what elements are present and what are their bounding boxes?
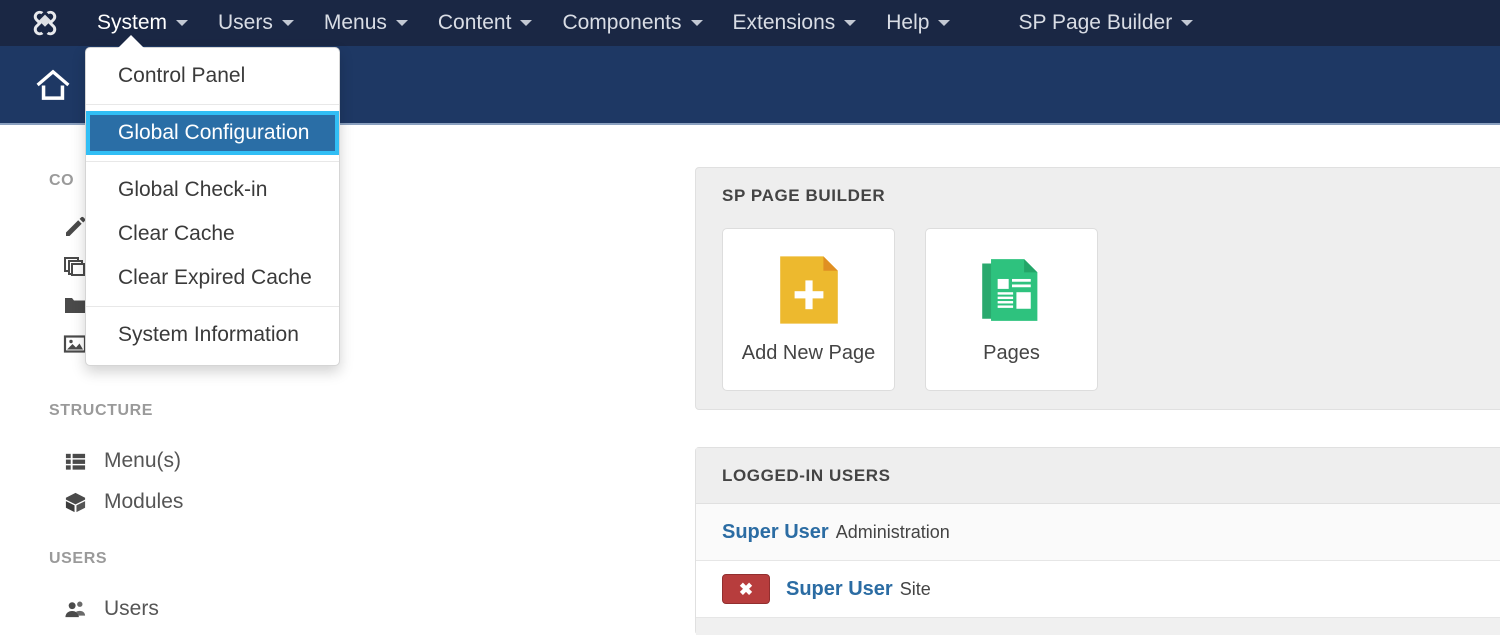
menu-separator <box>86 161 339 162</box>
nav-item-content[interactable]: Content <box>423 0 548 46</box>
close-icon: ✖ <box>739 581 753 598</box>
chevron-down-icon <box>938 20 950 26</box>
nav-item-sp-page-builder[interactable]: SP Page Builder <box>1003 0 1208 46</box>
nav-label: Extensions <box>733 11 836 35</box>
sp-page-builder-panel: SP PAGE BUILDER Add New Page <box>695 167 1500 410</box>
nav-item-extensions[interactable]: Extensions <box>718 0 872 46</box>
system-dropdown-menu: Control Panel Global Configuration Globa… <box>85 47 340 366</box>
panel-header: LOGGED-IN USERS <box>696 448 1500 504</box>
nav-item-menus[interactable]: Menus <box>309 0 423 46</box>
chevron-down-icon <box>520 20 532 26</box>
page-builder-tiles: Add New Page Pages <box>696 206 1500 391</box>
sidebar-heading-structure: STRUCTURE <box>49 402 153 420</box>
user-link[interactable]: Super User <box>786 578 893 601</box>
sidebar-item-modules[interactable]: Modules <box>62 485 183 519</box>
sidebar-item-label: Menu(s) <box>104 449 181 473</box>
panel-title: SP PAGE BUILDER <box>696 168 1500 206</box>
user-link[interactable]: Super User <box>722 521 829 544</box>
chevron-down-icon <box>691 20 703 26</box>
nav-label: Content <box>438 11 512 35</box>
table-row: Super User Administration <box>696 504 1500 561</box>
table-row: ✖ Super User Site <box>696 561 1500 618</box>
sidebar-heading-users: USERS <box>49 550 107 568</box>
menu-separator <box>86 104 339 105</box>
pages-tile[interactable]: Pages <box>925 228 1098 391</box>
nav-label: Users <box>218 11 273 35</box>
panel-footer <box>696 618 1500 635</box>
list-icon <box>62 448 88 474</box>
menu-item-system-information[interactable]: System Information <box>86 313 339 357</box>
tile-label: Add New Page <box>742 342 875 365</box>
sidebar-item-label: Modules <box>104 490 183 514</box>
nav-item-components[interactable]: Components <box>547 0 717 46</box>
user-context: Site <box>900 579 931 600</box>
nav-label: System <box>97 11 167 35</box>
nav-item-users[interactable]: Users <box>203 0 309 46</box>
nav-label: Components <box>562 11 681 35</box>
sidebar-item-menus[interactable]: Menu(s) <box>62 444 181 478</box>
menu-item-global-check-in[interactable]: Global Check-in <box>86 168 339 212</box>
joomla-logo[interactable] <box>30 8 60 38</box>
menu-item-clear-expired-cache[interactable]: Clear Expired Cache <box>86 256 339 300</box>
menu-separator <box>86 306 339 307</box>
users-icon <box>62 596 88 622</box>
nav-label: Help <box>886 11 929 35</box>
home-icon[interactable] <box>32 64 74 106</box>
user-context: Administration <box>836 522 950 543</box>
pages-icon <box>980 254 1044 326</box>
menu-item-control-panel[interactable]: Control Panel <box>86 54 339 98</box>
chevron-down-icon <box>282 20 294 26</box>
logged-in-users-panel: LOGGED-IN USERS Super User Administratio… <box>695 447 1500 635</box>
add-page-icon <box>777 254 841 326</box>
chevron-down-icon <box>176 20 188 26</box>
chevron-down-icon <box>1181 20 1193 26</box>
menu-item-clear-cache[interactable]: Clear Cache <box>86 212 339 256</box>
nav-item-help[interactable]: Help <box>871 0 965 46</box>
top-navigation-bar: System Users Menus Content Components Ex… <box>0 0 1500 46</box>
chevron-down-icon <box>396 20 408 26</box>
nav-label: Menus <box>324 11 387 35</box>
nav-label: SP Page Builder <box>1018 11 1172 35</box>
cube-icon <box>62 489 88 515</box>
panel-title: LOGGED-IN USERS <box>696 466 891 486</box>
dropdown-caret-icon <box>118 35 144 48</box>
chevron-down-icon <box>844 20 856 26</box>
menu-item-global-configuration[interactable]: Global Configuration <box>86 111 339 155</box>
logout-button[interactable]: ✖ <box>722 574 770 604</box>
sidebar-item-label: Users <box>104 597 159 621</box>
tile-label: Pages <box>983 342 1040 365</box>
add-new-page-tile[interactable]: Add New Page <box>722 228 895 391</box>
sidebar-heading-content: CO <box>49 172 74 190</box>
sidebar-item-users[interactable]: Users <box>62 592 159 626</box>
